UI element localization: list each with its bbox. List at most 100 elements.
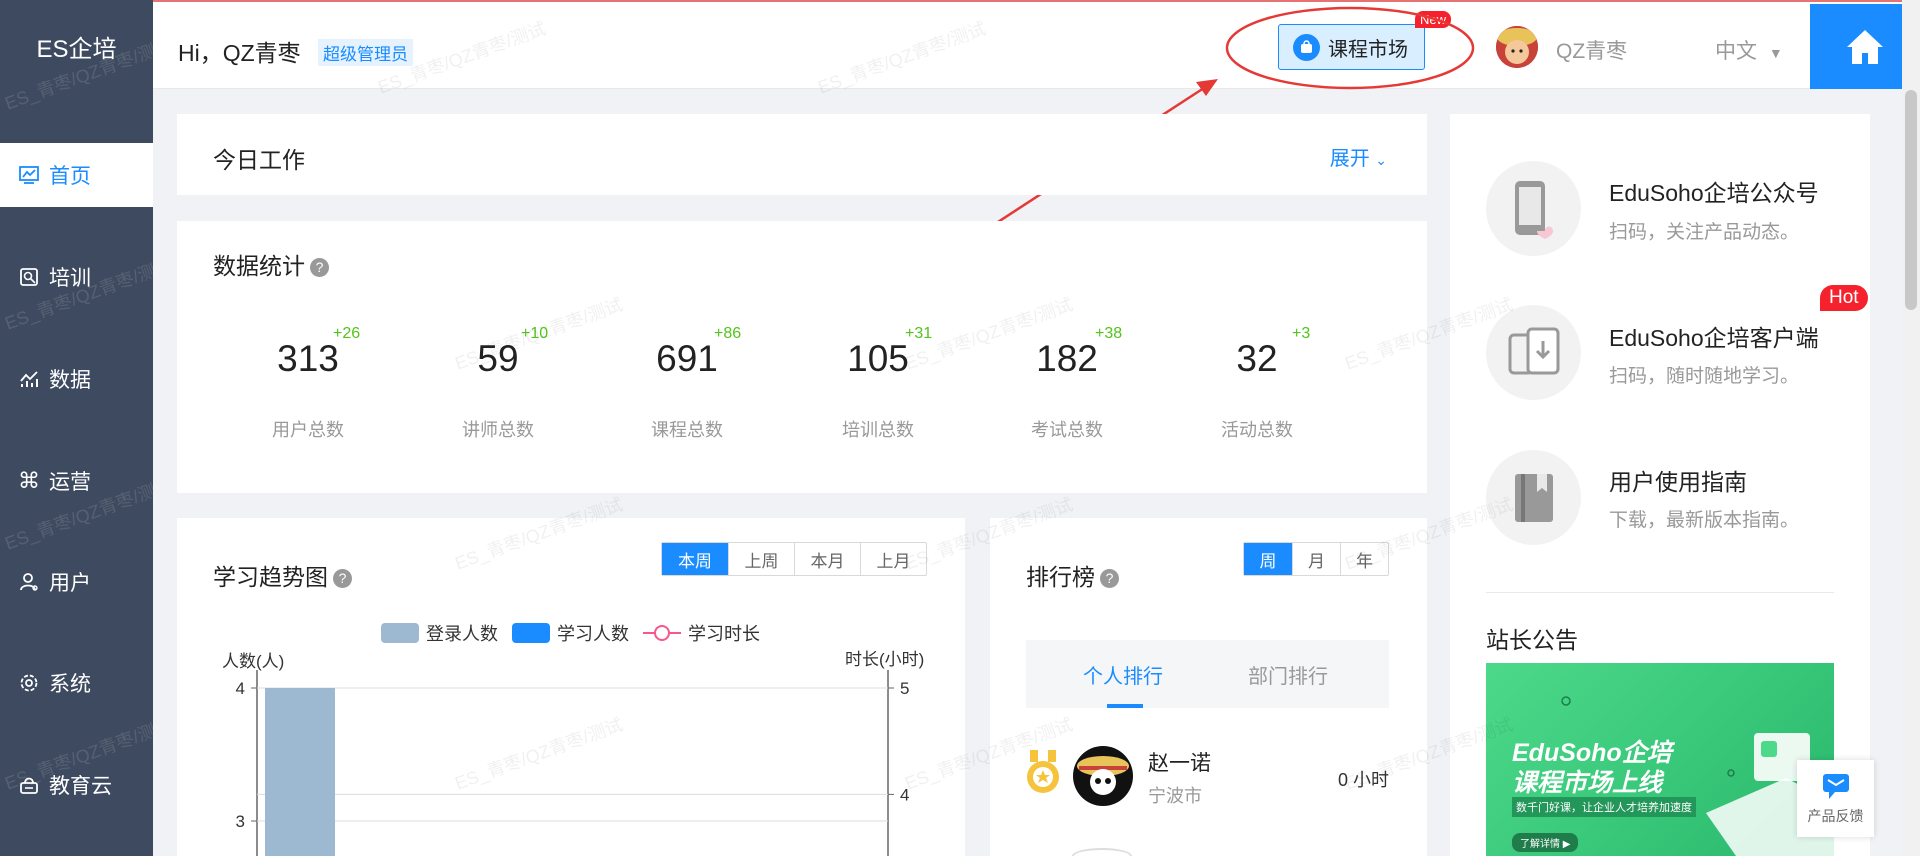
sidebar-item-label: 数据 <box>49 369 91 392</box>
stat-label: 用户总数 <box>272 420 344 440</box>
legend-label: 学习时长 <box>688 624 760 644</box>
ranking-period-switch: 周 月 年 <box>1243 542 1389 576</box>
stat-exams: 182 +38 考试总数 <box>987 325 1147 442</box>
page-scrollbar[interactable] <box>1902 0 1920 856</box>
sidebar-item-home[interactable]: 首页 <box>0 143 153 207</box>
stat-value: 313 <box>277 338 339 379</box>
right-item-title[interactable]: EduSoho企培公众号 <box>1609 174 1819 208</box>
right-tick-label: 5 <box>900 679 909 698</box>
stat-label: 课程总数 <box>651 420 723 440</box>
sidebar-item-data[interactable]: 数据 <box>0 347 153 411</box>
stat-value: 691 <box>656 338 718 379</box>
study-trend-title: 学习趋势图 <box>213 564 328 590</box>
active-tab-indicator <box>1107 704 1143 708</box>
sidebar-item-label: 培训 <box>49 267 91 290</box>
user-icon <box>18 571 40 593</box>
divider <box>1486 592 1834 593</box>
period-this-week[interactable]: 本周 <box>662 543 728 575</box>
greeting: Hi，QZ青枣 <box>178 40 301 66</box>
legend-duration[interactable]: 学习时长 <box>643 620 760 646</box>
rank-name: 赵一诺 <box>1148 752 1211 775</box>
language-label: 中文 <box>1715 40 1757 63</box>
legend-swatch <box>643 625 681 641</box>
ranking-title: 排行榜 <box>1026 564 1095 590</box>
language-select[interactable]: 中文 ▼ <box>1715 35 1783 65</box>
rank-row[interactable]: 赵一诺 宁波市 0 小时 <box>1026 746 1389 810</box>
announcement-title: 站长公告 <box>1486 627 1578 653</box>
expand-button[interactable]: 展开 ⌄ <box>1330 142 1387 171</box>
stat-value: 182 <box>1036 338 1098 379</box>
legend-swatch <box>381 623 419 643</box>
legend-label: 学习人数 <box>557 624 629 644</box>
stat-increase: +31 <box>905 325 933 342</box>
legend-label: 登录人数 <box>426 624 498 644</box>
help-icon[interactable]: ? <box>333 569 352 588</box>
sidebar-item-label: 用户 <box>49 572 91 595</box>
cloud-icon <box>18 774 40 796</box>
training-icon <box>18 266 40 288</box>
sidebar-item-edu-cloud[interactable]: 教育云 <box>0 753 153 817</box>
sidebar-item-system[interactable]: 系统 <box>0 651 153 715</box>
help-icon[interactable]: ? <box>1100 569 1119 588</box>
right-item-title[interactable]: 用户使用指南 <box>1609 463 1747 497</box>
stat-increase: +26 <box>333 325 361 342</box>
trend-period-switch: 本周 上周 本月 上月 <box>661 542 927 576</box>
stat-lecturers: 59 +10 讲师总数 <box>418 325 578 442</box>
feedback-label: 产品反馈 <box>1807 807 1864 824</box>
left-tick-label: 3 <box>236 812 245 831</box>
period-this-month[interactable]: 本月 <box>794 543 860 575</box>
right-item-title[interactable]: EduSoho企培客户端 <box>1609 319 1819 353</box>
tab-personal-rank[interactable]: 个人排行 <box>1083 660 1163 689</box>
promo-banner[interactable]: EduSoho企培 课程市场上线 数千门好课，让企业人才培养加速度 了解详情 ▶ <box>1486 663 1834 856</box>
sidebar-item-operations[interactable]: ⌘ 运营 <box>0 449 153 513</box>
avatar[interactable] <box>1496 26 1538 68</box>
scrollbar-thumb[interactable] <box>1905 90 1917 310</box>
book-icon <box>1486 450 1581 545</box>
promo-subtitle: 课程市场上线 <box>1512 769 1663 797</box>
username[interactable]: QZ青枣 <box>1556 35 1627 65</box>
rank-hours: 0 小时 <box>1337 770 1389 790</box>
period-last-week[interactable]: 上周 <box>728 543 794 575</box>
sidebar-item-label: 运营 <box>49 471 91 494</box>
legend-login[interactable]: 登录人数 <box>381 620 498 646</box>
data-stats-title-wrap: 数据统计? <box>213 247 329 281</box>
sidebar-item-label: 教育云 <box>49 775 112 798</box>
stat-label: 培训总数 <box>842 420 914 440</box>
stat-label: 讲师总数 <box>462 420 534 440</box>
app-logo[interactable]: ES企培 <box>0 0 153 92</box>
legend-study[interactable]: 学习人数 <box>512 620 629 646</box>
trend-chart: 4 3 5 4 <box>236 670 909 856</box>
stat-label: 考试总数 <box>1031 420 1103 440</box>
left-tick-label: 4 <box>236 679 245 698</box>
today-work-card: 今日工作 展开 ⌄ <box>177 114 1427 195</box>
period-month[interactable]: 月 <box>1292 543 1340 575</box>
stat-users: 313 +26 用户总数 <box>228 325 388 442</box>
sidebar-item-training[interactable]: 培训 <box>0 245 153 309</box>
promo-details-button[interactable]: 了解详情 ▶ <box>1512 833 1579 852</box>
feedback-icon <box>1822 773 1849 799</box>
tab-department-rank[interactable]: 部门排行 <box>1248 660 1328 689</box>
sidebar-item-label: 系统 <box>49 673 91 696</box>
promo-text: 数千门好课，让企业人才培养加速度 <box>1512 797 1696 817</box>
help-icon[interactable]: ? <box>310 258 329 277</box>
ranking-title-wrap: 排行榜? <box>1026 558 1119 592</box>
home-icon <box>1847 29 1883 64</box>
chevron-down-icon: ⌄ <box>1375 152 1387 168</box>
period-last-month[interactable]: 上月 <box>860 543 926 575</box>
stat-courses: 691 +86 课程总数 <box>607 325 767 442</box>
stat-trainings: 105 +31 培训总数 <box>798 325 958 442</box>
right-axis-label: 时长(小时) <box>845 650 925 669</box>
stat-increase: +86 <box>714 325 742 342</box>
period-year[interactable]: 年 <box>1340 543 1388 575</box>
feedback-button[interactable]: 产品反馈 <box>1797 760 1874 837</box>
today-work-title: 今日工作 <box>213 147 305 173</box>
stat-label: 活动总数 <box>1221 420 1293 440</box>
sidebar-item-users[interactable]: 用户 <box>0 550 153 614</box>
course-market-button[interactable]: 课程市场 <box>1278 24 1425 70</box>
period-week[interactable]: 周 <box>1244 543 1292 575</box>
study-trend-title-wrap: 学习趋势图? <box>213 558 352 592</box>
stat-increase: +10 <box>521 325 549 342</box>
hot-badge: Hot <box>1820 285 1868 311</box>
chart-line-icon <box>18 164 40 186</box>
course-market-label: 课程市场 <box>1328 38 1408 61</box>
